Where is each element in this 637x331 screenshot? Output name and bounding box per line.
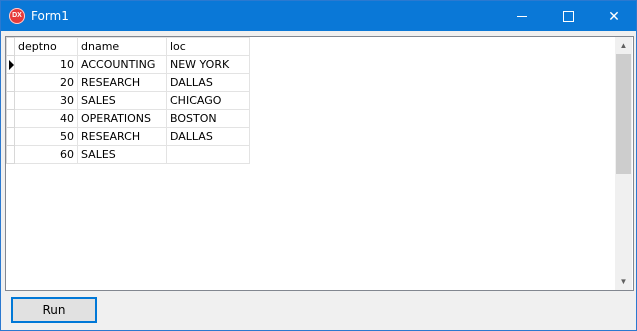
cell-deptno[interactable]: 20 xyxy=(14,73,78,92)
window-title: Form1 xyxy=(31,9,69,23)
row-header[interactable] xyxy=(6,127,15,146)
cell-loc[interactable]: DALLAS xyxy=(166,127,250,146)
row-header[interactable] xyxy=(6,91,15,110)
cell-dname[interactable]: SALES xyxy=(77,91,167,110)
row-header[interactable] xyxy=(6,55,15,74)
cell-dname[interactable]: RESEARCH xyxy=(77,127,167,146)
close-icon: ✕ xyxy=(608,8,620,24)
cell-deptno[interactable]: 60 xyxy=(14,145,78,164)
cell-loc[interactable]: NEW YORK xyxy=(166,55,250,74)
column-header-deptno[interactable]: deptno xyxy=(14,37,78,56)
scrollbar-thumb[interactable] xyxy=(616,54,631,174)
scroll-up-icon[interactable]: ▲ xyxy=(615,37,632,54)
maximize-button[interactable] xyxy=(545,1,591,31)
cell-deptno[interactable]: 10 xyxy=(14,55,78,74)
cell-dname[interactable]: OPERATIONS xyxy=(77,109,167,128)
row-header[interactable] xyxy=(6,73,15,92)
cell-loc[interactable]: BOSTON xyxy=(166,109,250,128)
cell-loc[interactable] xyxy=(166,145,250,164)
data-grid[interactable]: deptno dname loc 10 ACCOUNTING NEW YORK … xyxy=(5,36,634,291)
title-bar[interactable]: DX Form1 ✕ xyxy=(1,1,636,31)
run-button[interactable]: Run xyxy=(11,297,97,323)
cell-deptno[interactable]: 40 xyxy=(14,109,78,128)
column-header-loc[interactable]: loc xyxy=(166,37,250,56)
table-row[interactable]: 40 OPERATIONS BOSTON xyxy=(6,109,250,128)
grid-table: deptno dname loc 10 ACCOUNTING NEW YORK … xyxy=(6,37,250,164)
table-row[interactable]: 20 RESEARCH DALLAS xyxy=(6,73,250,92)
minimize-icon xyxy=(517,16,527,17)
row-header-corner xyxy=(6,37,15,56)
table-row[interactable]: 10 ACCOUNTING NEW YORK xyxy=(6,55,250,74)
cell-dname[interactable]: ACCOUNTING xyxy=(77,55,167,74)
cell-deptno[interactable]: 30 xyxy=(14,91,78,110)
scroll-down-icon[interactable]: ▼ xyxy=(615,273,632,290)
table-row[interactable]: 30 SALES CHICAGO xyxy=(6,91,250,110)
table-row[interactable]: 50 RESEARCH DALLAS xyxy=(6,127,250,146)
close-button[interactable]: ✕ xyxy=(591,1,637,31)
row-header[interactable] xyxy=(6,145,15,164)
app-icon: DX xyxy=(9,8,25,24)
row-selector-icon xyxy=(9,59,14,70)
minimize-button[interactable] xyxy=(499,1,545,31)
column-header-dname[interactable]: dname xyxy=(77,37,167,56)
cell-loc[interactable]: CHICAGO xyxy=(166,91,250,110)
cell-loc[interactable]: DALLAS xyxy=(166,73,250,92)
cell-dname[interactable]: SALES xyxy=(77,145,167,164)
row-header[interactable] xyxy=(6,109,15,128)
app-window: DX Form1 ✕ deptno dname loc 10 ACCOUNTIN… xyxy=(0,0,637,331)
table-row[interactable]: 60 SALES xyxy=(6,145,250,164)
maximize-icon xyxy=(563,11,574,22)
cell-dname[interactable]: RESEARCH xyxy=(77,73,167,92)
vertical-scrollbar[interactable]: ▲ ▼ xyxy=(615,37,632,290)
grid-header-row: deptno dname loc xyxy=(6,37,250,56)
cell-deptno[interactable]: 50 xyxy=(14,127,78,146)
